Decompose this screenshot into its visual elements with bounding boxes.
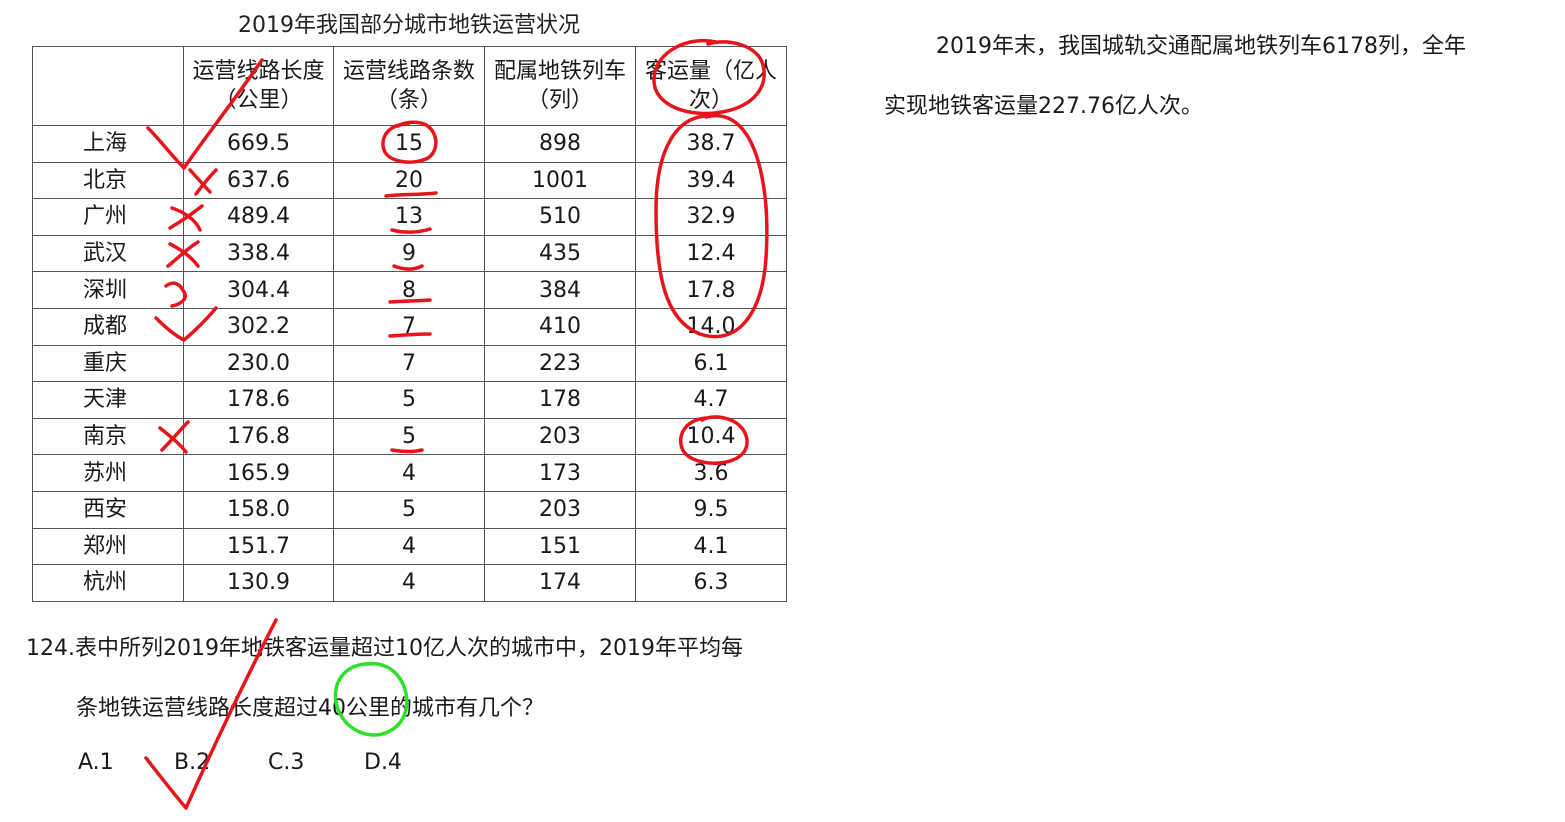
line-length-cell: 230.0 — [183, 344, 334, 383]
line-count-cell: 5 — [333, 417, 485, 456]
line-count-cell: 5 — [333, 381, 485, 419]
option-d[interactable]: D.4 — [364, 750, 402, 775]
line-count-cell: 4 — [333, 527, 485, 566]
table-row: 南京 176.8 5 203 10.4 — [32, 417, 787, 456]
table-row: 杭州 130.9 4 174 6.3 — [32, 564, 787, 602]
ridership-cell: 10.4 — [635, 417, 787, 456]
line-length-cell: 165.9 — [183, 454, 334, 492]
line-length-cell: 176.8 — [183, 417, 334, 456]
city-cell: 上海 — [32, 125, 184, 163]
line-count-cell: 8 — [333, 271, 485, 309]
line-count-cell: 4 — [333, 454, 485, 492]
ridership-cell: 4.1 — [635, 527, 787, 566]
line-count-cell: 20 — [333, 161, 485, 200]
trains-cell: 898 — [484, 125, 636, 163]
trains-cell: 173 — [484, 454, 636, 492]
table-row: 武汉 338.4 9 435 12.4 — [32, 234, 787, 273]
line-length-cell: 151.7 — [183, 527, 334, 566]
line-count-cell: 7 — [333, 307, 485, 346]
table-row: 成都 302.2 7 410 14.0 — [32, 307, 787, 346]
city-cell: 重庆 — [32, 344, 184, 383]
header-line-length: 运营线路长度（公里） — [183, 46, 334, 126]
trains-cell: 203 — [484, 417, 636, 456]
city-cell: 苏州 — [32, 454, 184, 492]
city-cell: 西安 — [32, 490, 184, 529]
table-header-row: 运营线路长度（公里） 运营线路条数（条） 配属地铁列车（列） 客运量（亿人次） — [32, 46, 787, 126]
ridership-cell: 9.5 — [635, 490, 787, 529]
city-cell: 武汉 — [32, 234, 184, 273]
table-row: 天津 178.6 5 178 4.7 — [32, 381, 787, 419]
line-count-cell: 4 — [333, 564, 485, 602]
trains-cell: 178 — [484, 381, 636, 419]
side-text-line-1: 2019年末，我国城轨交通配属地铁列车6178列，全年 — [936, 34, 1466, 59]
line-count-cell: 13 — [333, 198, 485, 236]
ridership-cell: 12.4 — [635, 234, 787, 273]
table-row: 重庆 230.0 7 223 6.1 — [32, 344, 787, 383]
line-length-cell: 489.4 — [183, 198, 334, 236]
city-cell: 天津 — [32, 381, 184, 419]
table-row: 北京 637.6 20 1001 39.4 — [32, 161, 787, 200]
line-length-cell: 637.6 — [183, 161, 334, 200]
question-line-1: 124.表中所列2019年地铁客运量超过10亿人次的城市中，2019年平均每 — [26, 636, 743, 661]
trains-cell: 510 — [484, 198, 636, 236]
city-cell: 北京 — [32, 161, 184, 200]
trains-cell: 203 — [484, 490, 636, 529]
line-count-cell: 5 — [333, 490, 485, 529]
header-city — [32, 46, 184, 126]
header-line-count: 运营线路条数（条） — [333, 46, 485, 126]
ridership-cell: 6.1 — [635, 344, 787, 383]
ridership-cell: 32.9 — [635, 198, 787, 236]
city-cell: 广州 — [32, 198, 184, 236]
table-row: 深圳 304.4 8 384 17.8 — [32, 271, 787, 309]
line-length-cell: 302.2 — [183, 307, 334, 346]
city-cell: 南京 — [32, 417, 184, 456]
trains-cell: 223 — [484, 344, 636, 383]
metro-data-table: 运营线路长度（公里） 运营线路条数（条） 配属地铁列车（列） 客运量（亿人次） … — [32, 46, 787, 602]
ridership-cell: 14.0 — [635, 307, 787, 346]
trains-cell: 384 — [484, 271, 636, 309]
line-count-cell: 7 — [333, 344, 485, 383]
table-title: 2019年我国部分城市地铁运营状况 — [238, 13, 580, 38]
city-cell: 郑州 — [32, 527, 184, 566]
option-a[interactable]: A.1 — [78, 750, 114, 775]
option-c[interactable]: C.3 — [268, 750, 304, 775]
line-length-cell: 158.0 — [183, 490, 334, 529]
city-cell: 杭州 — [32, 564, 184, 602]
trains-cell: 174 — [484, 564, 636, 602]
side-text-line-2: 实现地铁客运量227.76亿人次。 — [884, 94, 1203, 119]
trains-cell: 1001 — [484, 161, 636, 200]
line-length-cell: 669.5 — [183, 125, 334, 163]
city-cell: 深圳 — [32, 271, 184, 309]
line-length-cell: 338.4 — [183, 234, 334, 273]
trains-cell: 435 — [484, 234, 636, 273]
line-length-cell: 130.9 — [183, 564, 334, 602]
ridership-cell: 4.7 — [635, 381, 787, 419]
trains-cell: 410 — [484, 307, 636, 346]
line-count-cell: 9 — [333, 234, 485, 273]
table-row: 西安 158.0 5 203 9.5 — [32, 490, 787, 529]
question-line-2: 条地铁运营线路长度超过40公里的城市有几个？ — [76, 696, 544, 721]
line-length-cell: 178.6 — [183, 381, 334, 419]
ridership-cell: 6.3 — [635, 564, 787, 602]
city-cell: 成都 — [32, 307, 184, 346]
ridership-cell: 38.7 — [635, 125, 787, 163]
ridership-cell: 3.6 — [635, 454, 787, 492]
line-count-cell: 15 — [333, 125, 485, 163]
line-length-cell: 304.4 — [183, 271, 334, 309]
table-row: 郑州 151.7 4 151 4.1 — [32, 527, 787, 566]
trains-cell: 151 — [484, 527, 636, 566]
header-ridership: 客运量（亿人次） — [635, 46, 787, 126]
option-b[interactable]: B.2 — [174, 750, 210, 775]
table-row: 上海 669.5 15 898 38.7 — [32, 125, 787, 163]
ridership-cell: 17.8 — [635, 271, 787, 309]
table-row: 苏州 165.9 4 173 3.6 — [32, 454, 787, 492]
ridership-cell: 39.4 — [635, 161, 787, 200]
header-trains: 配属地铁列车（列） — [484, 46, 636, 126]
table-row: 广州 489.4 13 510 32.9 — [32, 198, 787, 236]
